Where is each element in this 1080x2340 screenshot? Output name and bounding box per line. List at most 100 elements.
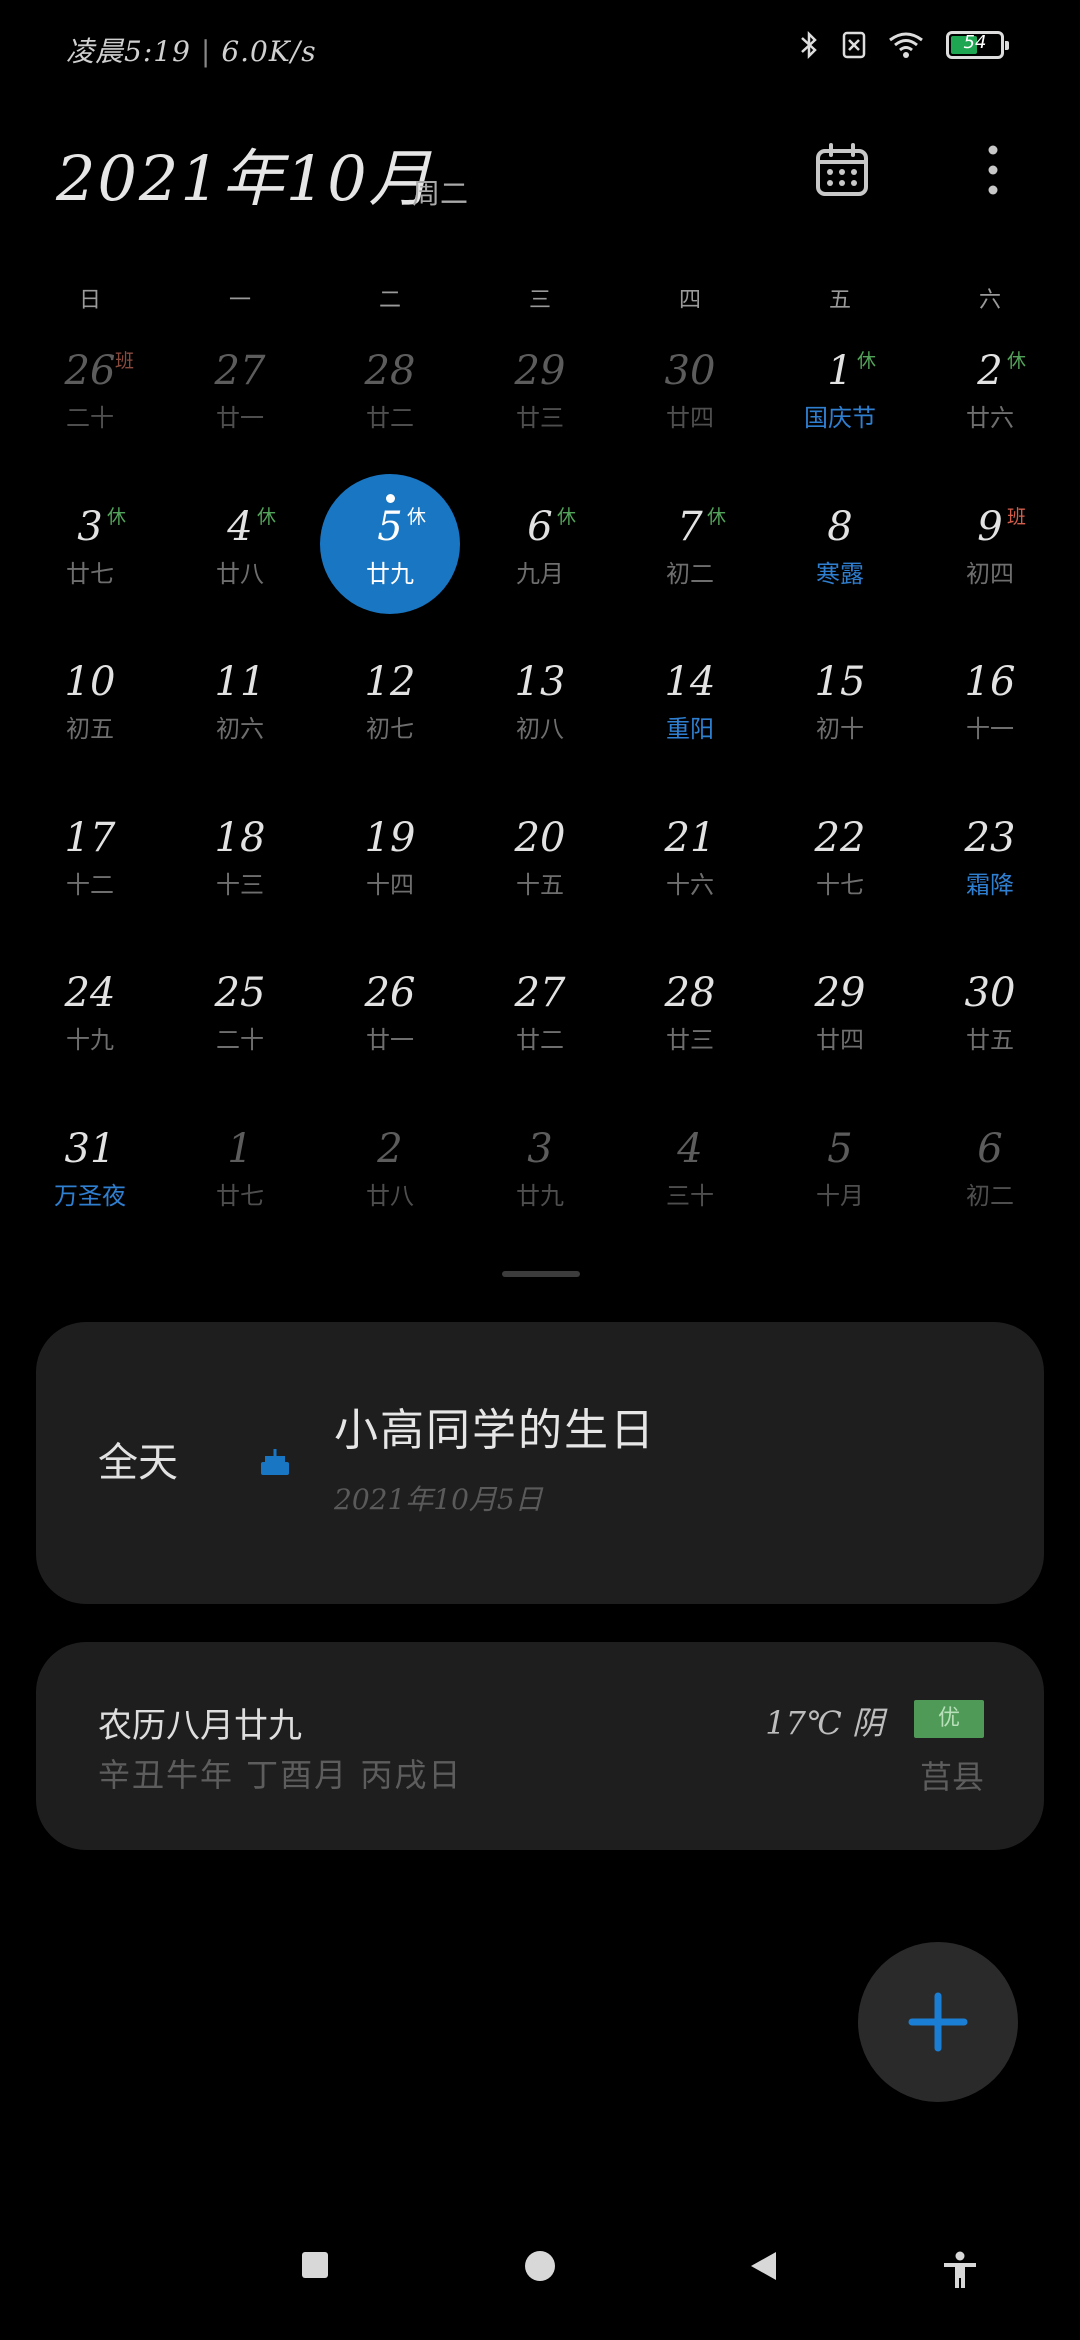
calendar-day[interactable]: 3 廿九: [465, 1096, 615, 1252]
calendar-day[interactable]: 29 廿四: [765, 940, 915, 1096]
status-bar: 凌晨5:19 | 6.0K/s 54: [0, 0, 1080, 100]
day-number: 22: [814, 814, 866, 861]
lunar-day-label: 二十: [216, 1026, 264, 1054]
calendar-day[interactable]: 30 廿四: [615, 318, 765, 474]
lunar-day-label: 廿七: [66, 559, 114, 588]
calendar-day[interactable]: 26 二十 班: [15, 318, 165, 474]
calendar-day[interactable]: 20 十五: [465, 785, 615, 941]
calendar-day[interactable]: 22 十七: [765, 785, 915, 941]
day-number: 5: [827, 1125, 853, 1172]
calendar-day[interactable]: 9 初四 班: [915, 474, 1065, 630]
calendar-day[interactable]: 6 九月 休: [465, 474, 615, 630]
calendar-day[interactable]: 31 万圣夜: [15, 1096, 165, 1252]
day-number: 30: [664, 348, 716, 394]
holiday-badge: 休: [407, 505, 427, 528]
month-title[interactable]: 2021年10月: [56, 128, 433, 218]
drag-handle[interactable]: [502, 1271, 580, 1277]
holiday-badge: 休: [107, 505, 127, 528]
lunar-day-label: 三十: [666, 1181, 714, 1210]
day-number: 29: [814, 970, 866, 1016]
calendar-day[interactable]: 28 廿三: [615, 940, 765, 1096]
city-name: 莒县: [919, 1758, 984, 1796]
calendar-day[interactable]: 4 廿八 休: [165, 474, 315, 630]
lunar-day-label: 初五: [66, 715, 114, 743]
lunar-day-label: 九月: [516, 559, 564, 588]
lunar-day-label: 重阳: [666, 715, 714, 743]
calendar-day[interactable]: 2 廿八: [315, 1096, 465, 1252]
calendar-day-selected[interactable]: 5 廿九 休: [315, 473, 465, 630]
day-number: 19: [364, 814, 416, 861]
lunar-day-label: 廿八: [366, 1181, 414, 1210]
back-button[interactable]: [748, 2250, 778, 2282]
lunar-day-label: 初二: [666, 559, 714, 588]
calendar-day[interactable]: 26 廿一: [315, 940, 465, 1096]
calendar-day[interactable]: 21 十六: [615, 785, 765, 941]
status-icons: 54: [798, 30, 1009, 60]
day-number: 26: [64, 348, 116, 394]
lunar-day-label: 初四: [966, 559, 1014, 588]
weekday-label: 一: [228, 288, 251, 313]
lunar-info-card[interactable]: 农历八月廿九 辛丑牛年 丁酉月 丙戌日 17℃ 阴 优 莒县: [36, 1642, 1044, 1850]
calendar-day[interactable]: 18 十三: [165, 785, 315, 941]
recent-apps-button[interactable]: [300, 2250, 330, 2280]
lunar-day-label: 初十: [816, 715, 864, 743]
calendar-day[interactable]: 5 十月: [765, 1096, 915, 1252]
weekday-label: 四: [678, 288, 701, 313]
home-button[interactable]: [524, 2250, 556, 2282]
holiday-badge: 休: [857, 350, 877, 372]
calendar-day[interactable]: 8 寒露: [765, 474, 915, 630]
calendar-day[interactable]: 13 初八: [465, 629, 615, 785]
calendar-day[interactable]: 14 重阳: [615, 629, 765, 785]
calendar-grid: 26 二十班 27 廿一 28 廿二 29 廿三 30 廿四 1 国庆节休 2 廿六休 3 廿七休 4 廿八休 5 廿…: [15, 318, 1065, 1251]
lunar-day-label: 霜降: [966, 870, 1014, 899]
event-title: 小高同学的生日: [334, 1405, 656, 1456]
accessibility-icon[interactable]: [940, 2250, 980, 2290]
day-number: 28: [364, 348, 416, 394]
calendar-day[interactable]: 16 十一: [915, 629, 1065, 785]
lunar-day-label: 廿三: [666, 1026, 714, 1054]
lunar-day-label: 十六: [666, 870, 714, 899]
calendar-day[interactable]: 27 廿二: [465, 940, 615, 1096]
event-card[interactable]: 全天 小高同学的生日 2021年10月5日: [36, 1322, 1044, 1604]
more-options-icon[interactable]: [978, 142, 1008, 198]
calendar-day[interactable]: 15 初十: [765, 629, 915, 785]
calendar-day[interactable]: 29 廿三: [465, 318, 615, 474]
weekday-label: 三: [528, 288, 551, 313]
lunar-day-label: 万圣夜: [54, 1181, 126, 1210]
calendar-day[interactable]: 1 国庆节 休: [765, 318, 915, 474]
calendar-day[interactable]: 3 廿七 休: [15, 474, 165, 630]
lunar-day-label: 十七: [816, 870, 864, 899]
calendar-day[interactable]: 23 霜降: [915, 785, 1065, 941]
calendar-day[interactable]: 10 初五: [15, 629, 165, 785]
lunar-day-label: 寒露: [816, 559, 864, 588]
add-event-button[interactable]: [858, 1942, 1018, 2102]
calendar-day[interactable]: 1 廿七: [165, 1096, 315, 1252]
calendar-day[interactable]: 2 廿六 休: [915, 318, 1065, 474]
calendar-day[interactable]: 7 初二 休: [615, 474, 765, 630]
lunar-day-label: 廿九: [366, 559, 414, 588]
lunar-day-label: 廿五: [966, 1026, 1014, 1054]
day-number: 27: [214, 348, 266, 394]
calendar-today-icon[interactable]: [814, 142, 870, 198]
event-indicator-dot: [386, 493, 395, 503]
calendar-day[interactable]: 24 十九: [15, 940, 165, 1096]
calendar-day[interactable]: 30 廿五: [915, 940, 1065, 1096]
calendar-day[interactable]: 25 二十: [165, 940, 315, 1096]
calendar-day[interactable]: 12 初七: [315, 629, 465, 785]
day-number: 18: [214, 814, 266, 861]
lunar-day-label: 十一: [966, 715, 1014, 743]
calendar-day[interactable]: 11 初六: [165, 629, 315, 785]
lunar-day-label: 廿六: [966, 404, 1014, 432]
battery-icon: 54: [946, 31, 1009, 59]
day-number: 1: [827, 348, 853, 394]
calendar-day[interactable]: 19 十四: [315, 785, 465, 941]
calendar-day[interactable]: 27 廿一: [165, 318, 315, 474]
lunar-day-label: 初八: [516, 715, 564, 743]
calendar-day[interactable]: 6 初二: [915, 1096, 1065, 1252]
day-number: 15: [814, 659, 866, 705]
calendar-day[interactable]: 17 十二: [15, 785, 165, 941]
day-number: 21: [664, 814, 716, 861]
calendar-day[interactable]: 28 廿二: [315, 318, 465, 474]
wifi-icon: [889, 32, 923, 58]
calendar-day[interactable]: 4 三十: [615, 1096, 765, 1252]
